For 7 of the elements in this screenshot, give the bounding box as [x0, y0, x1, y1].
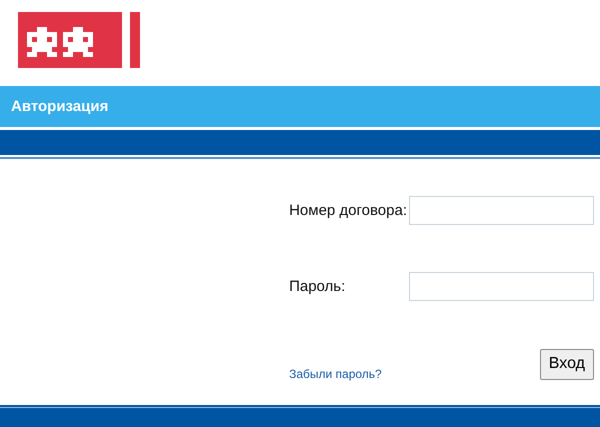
- field-label: Пароль:: [289, 278, 346, 296]
- field-label: Номер договора:: [289, 202, 407, 220]
- login-button[interactable]: Вход: [540, 348, 594, 380]
- input-field[interactable]: [409, 272, 594, 302]
- page-title: Авторизация: [11, 98, 108, 115]
- forgot-password-link[interactable]: Забыли пароль?: [289, 366, 382, 381]
- input-field[interactable]: [409, 196, 594, 226]
